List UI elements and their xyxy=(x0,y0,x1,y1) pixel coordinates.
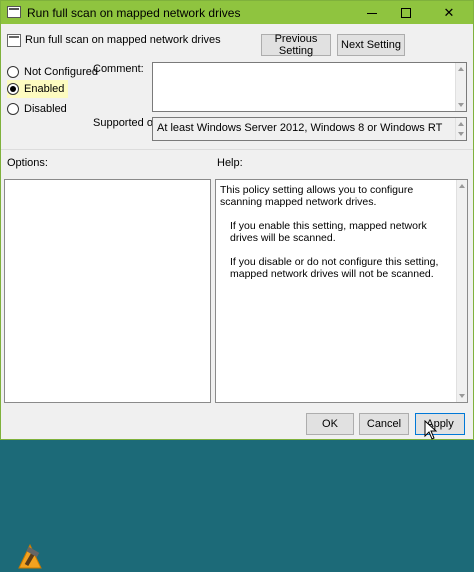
policy-setting-dialog: Run full scan on mapped network drives ✕… xyxy=(0,0,474,569)
radio-not-configured[interactable]: Not Configured xyxy=(7,63,98,81)
divider xyxy=(1,149,473,150)
maximize-button[interactable] xyxy=(391,1,421,24)
scroll-up-icon[interactable] xyxy=(459,184,465,188)
mouse-pointer-icon xyxy=(424,420,438,440)
policy-setting-icon xyxy=(7,34,21,47)
scroll-down-icon[interactable] xyxy=(459,394,465,398)
apply-button[interactable]: Apply xyxy=(415,413,465,435)
radio-label: Disabled xyxy=(24,103,67,115)
minimize-icon xyxy=(367,13,377,14)
help-paragraph: If you enable this setting, mapped netwo… xyxy=(230,220,427,244)
radio-label: Not Configured xyxy=(24,66,98,78)
radio-button-icon[interactable] xyxy=(7,103,19,115)
comment-scrollbar[interactable] xyxy=(455,63,466,111)
close-icon: ✕ xyxy=(443,4,455,20)
close-button[interactable]: ✕ xyxy=(427,1,471,24)
radio-disabled[interactable]: Disabled xyxy=(7,100,67,118)
previous-setting-button[interactable]: Previous Setting xyxy=(261,33,331,57)
maximize-icon xyxy=(401,7,411,18)
scroll-up-icon[interactable] xyxy=(458,67,464,71)
hammer-logo-icon xyxy=(18,543,42,569)
help-label: Help: xyxy=(217,157,243,169)
cancel-button[interactable]: Cancel xyxy=(359,413,409,435)
minimize-button[interactable] xyxy=(357,1,387,24)
radio-label: Enabled xyxy=(24,83,65,95)
scroll-up-icon[interactable] xyxy=(458,122,464,126)
options-pane[interactable] xyxy=(4,179,211,569)
radio-enabled[interactable]: Enabled xyxy=(7,80,69,98)
comment-textarea[interactable] xyxy=(152,62,467,112)
help-paragraph: This policy setting allows you to config… xyxy=(220,184,414,208)
supported-on-field: At least Windows Server 2012, Windows 8 … xyxy=(152,117,467,141)
next-setting-button[interactable]: Next Setting xyxy=(337,34,405,56)
ok-button[interactable]: OK xyxy=(306,413,354,435)
window-title: Run full scan on mapped network drives xyxy=(27,6,241,20)
supported-scrollbar[interactable] xyxy=(455,118,466,140)
comment-label: Comment: xyxy=(93,63,144,75)
scroll-down-icon[interactable] xyxy=(458,103,464,107)
policy-setting-icon xyxy=(7,6,21,18)
help-pane[interactable]: This policy setting allows you to config… xyxy=(215,179,468,403)
scroll-down-icon[interactable] xyxy=(458,132,464,136)
help-scrollbar[interactable] xyxy=(456,180,467,402)
title-bar[interactable]: Run full scan on mapped network drives ✕ xyxy=(1,1,473,24)
radio-button-selected-icon[interactable] xyxy=(7,83,19,95)
help-text: This policy setting allows you to config… xyxy=(220,184,456,292)
radio-button-icon[interactable] xyxy=(7,66,19,78)
supported-on-value: At least Windows Server 2012, Windows 8 … xyxy=(157,122,443,134)
setting-name: Run full scan on mapped network drives xyxy=(25,34,221,46)
options-label: Options: xyxy=(7,157,48,169)
help-paragraph: If you disable or do not configure this … xyxy=(230,256,439,280)
